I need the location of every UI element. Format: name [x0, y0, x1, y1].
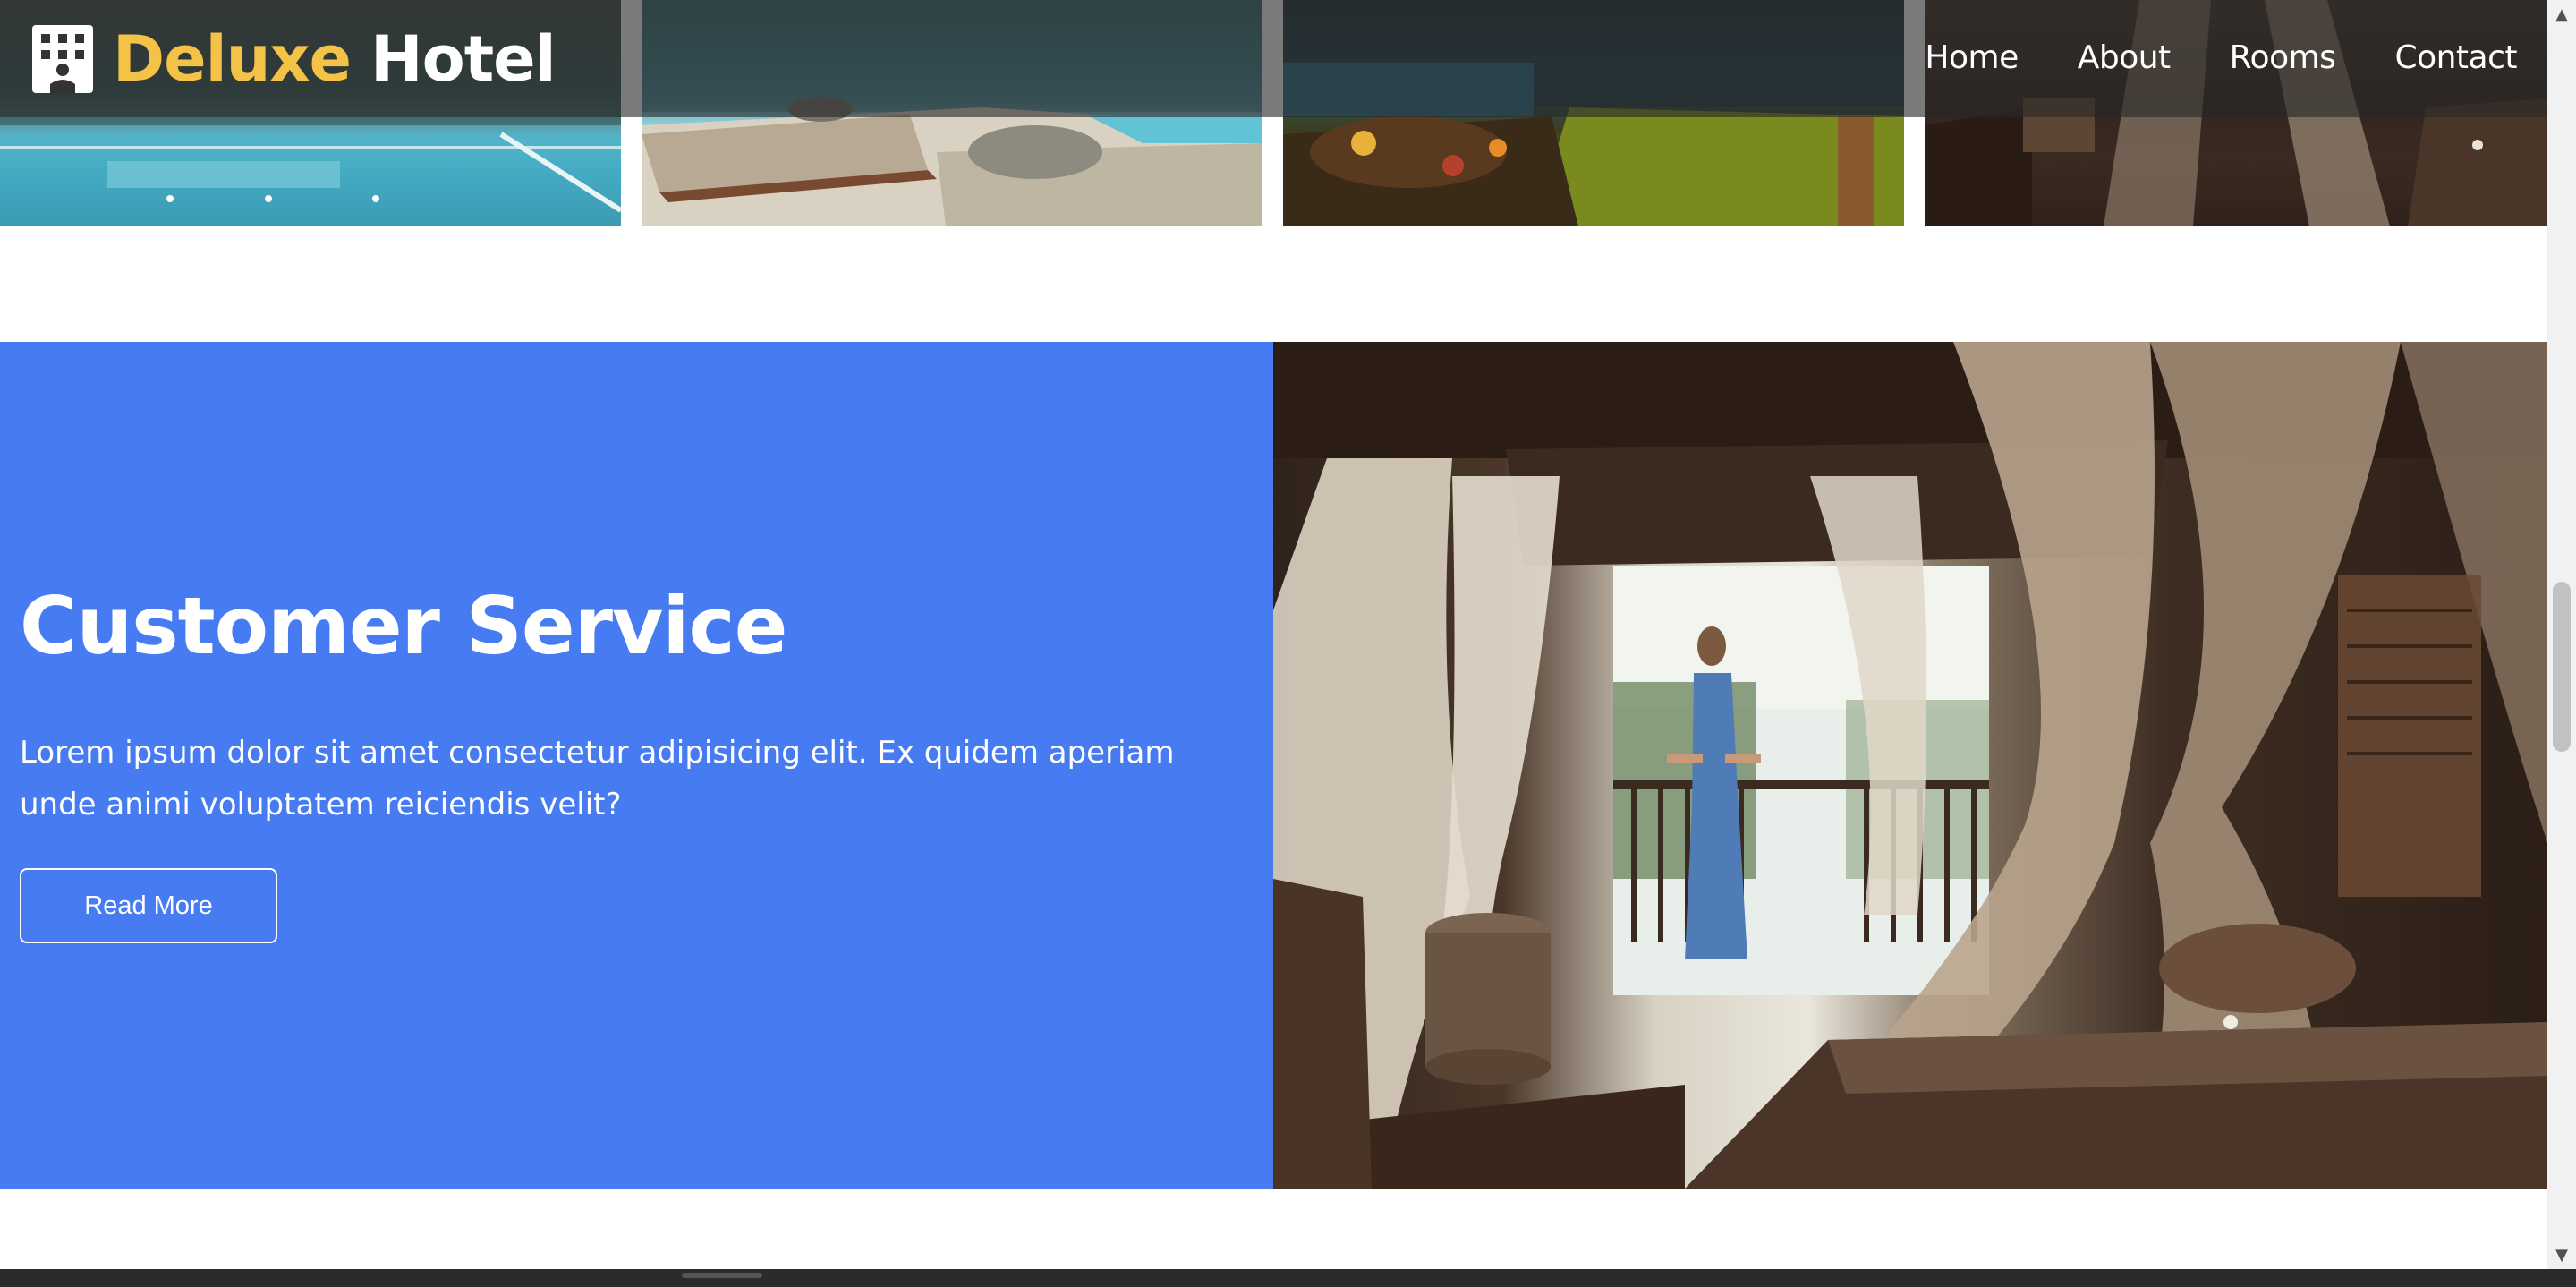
brand-accent-text: Deluxe [113, 22, 352, 96]
nav-link-about[interactable]: About [2078, 34, 2171, 82]
main-nav: Home About Rooms Contact [1925, 34, 2517, 82]
bottom-tab-handle [682, 1273, 762, 1278]
nav-link-rooms[interactable]: Rooms [2230, 34, 2336, 82]
vertical-scrollbar[interactable]: ▲ ▼ [2547, 0, 2576, 1269]
nav-link-home[interactable]: Home [1925, 34, 2019, 82]
scroll-thumb[interactable] [2553, 582, 2571, 752]
window-bottom-bar [0, 1269, 2576, 1287]
nav-link-contact[interactable]: Contact [2394, 34, 2517, 82]
resort-bedroom-image [1273, 342, 2547, 1189]
scroll-up-arrow-icon[interactable]: ▲ [2547, 0, 2576, 29]
brand-logo[interactable]: Deluxe Hotel [30, 22, 557, 96]
hotel-building-icon [30, 23, 95, 95]
brand-main-text: Hotel [370, 22, 557, 96]
service-description: Lorem ipsum dolor sit amet consectetur a… [20, 735, 1175, 822]
service-text-panel: Customer Service Lorem ipsum dolor sit a… [0, 342, 1273, 1189]
service-title: Customer Service [20, 580, 787, 672]
page-viewport: Deluxe Hotel Home About Rooms Contact Cus… [0, 0, 2547, 1269]
customer-service-section: Customer Service Lorem ipsum dolor sit a… [0, 342, 2547, 1189]
navbar: Deluxe Hotel Home About Rooms Contact [0, 0, 2547, 117]
read-more-button[interactable]: Read More [20, 868, 277, 943]
scroll-down-arrow-icon[interactable]: ▼ [2547, 1240, 2576, 1269]
